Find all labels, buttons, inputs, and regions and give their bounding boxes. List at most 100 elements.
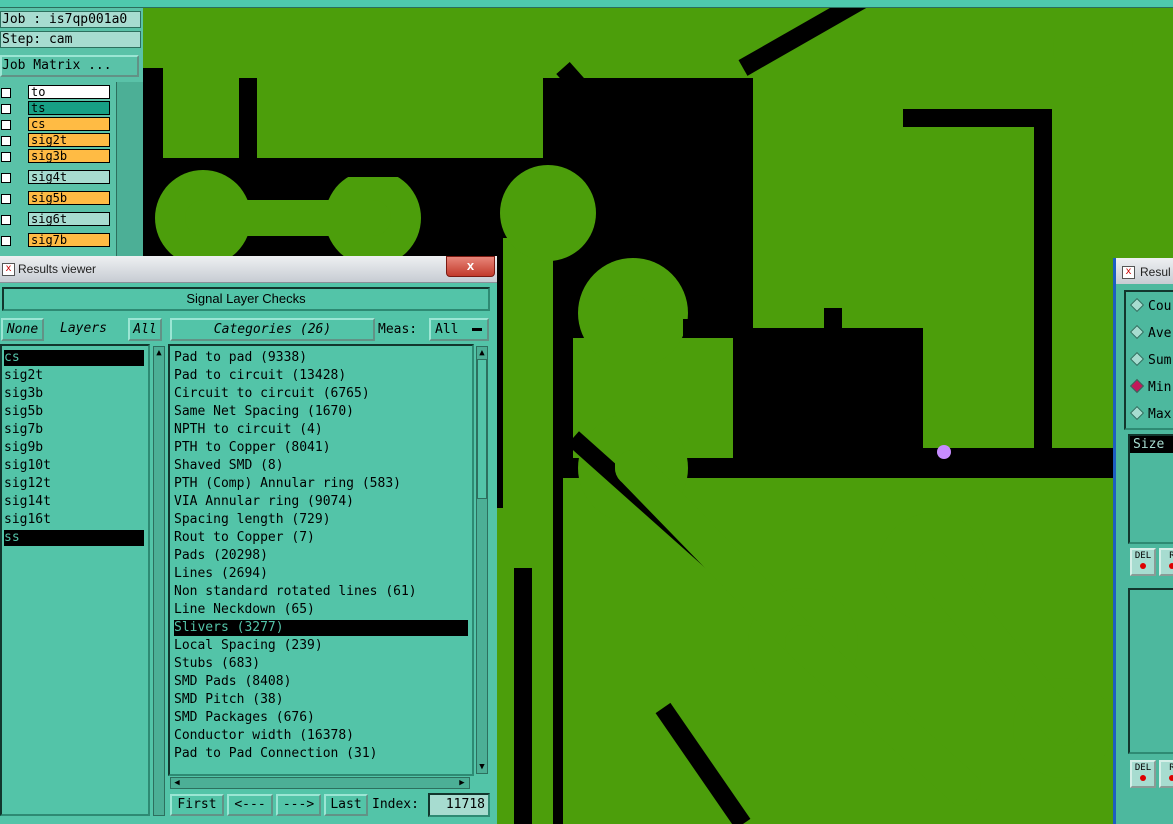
r-button[interactable]: R: [1159, 548, 1173, 576]
layer-row[interactable]: to: [0, 85, 116, 100]
category-item[interactable]: Conductor width (16378): [174, 728, 468, 744]
layer-list-item[interactable]: sig9b: [4, 440, 144, 456]
category-item[interactable]: PTH (Comp) Annular ring (583): [174, 476, 468, 492]
delete-button[interactable]: DEL: [1130, 548, 1156, 576]
layer-checkbox[interactable]: [1, 236, 11, 246]
measure-option[interactable]: Cou: [1129, 297, 1171, 316]
category-item[interactable]: Rout to Copper (7): [174, 530, 468, 546]
category-item[interactable]: Circuit to circuit (6765): [174, 386, 468, 402]
layer-list-item[interactable]: sig12t: [4, 476, 144, 492]
prev-button[interactable]: <---: [227, 794, 273, 816]
layer-checkbox[interactable]: [1, 194, 11, 204]
layer-checkbox[interactable]: [1, 152, 11, 162]
layer-row[interactable]: sig2t: [0, 133, 116, 148]
first-button[interactable]: First: [170, 794, 224, 816]
layer-checkbox[interactable]: [1, 88, 11, 98]
radio-icon[interactable]: [1129, 378, 1145, 394]
category-item[interactable]: SMD Pads (8408): [174, 674, 468, 690]
meas-select[interactable]: All: [429, 318, 489, 341]
last-button[interactable]: Last: [324, 794, 368, 816]
scroll-thumb[interactable]: [477, 359, 487, 499]
category-list[interactable]: Pad to pad (9338) Pad to circuit (13428) C…: [168, 344, 474, 776]
measure-option[interactable]: Min: [1129, 378, 1171, 397]
scroll-right-icon[interactable]: ▶: [457, 778, 467, 788]
scroll-up-icon[interactable]: ▲: [154, 348, 164, 358]
close-button[interactable]: x: [446, 256, 495, 277]
category-hscrollbar[interactable]: ◀ ▶: [170, 777, 470, 789]
layer-checkbox[interactable]: [1, 136, 11, 146]
category-item[interactable]: Stubs (683): [174, 656, 468, 672]
none-button[interactable]: None: [1, 318, 44, 341]
layer-list-scrollbar[interactable]: ▲: [153, 346, 165, 816]
category-item[interactable]: Non standard rotated lines (61): [174, 584, 468, 600]
category-item[interactable]: Same Net Spacing (1670): [174, 404, 468, 420]
layer-list-item[interactable]: sig3b: [4, 386, 144, 402]
layer-row[interactable]: sig3b: [0, 149, 116, 164]
r-button-2[interactable]: R: [1159, 760, 1173, 788]
layer-name[interactable]: sig6t: [28, 212, 110, 226]
categories-button[interactable]: Categories (26): [170, 318, 375, 341]
layer-name[interactable]: cs: [28, 117, 110, 131]
layer-name[interactable]: sig5b: [28, 191, 110, 205]
layer-list-item[interactable]: ss: [4, 530, 144, 546]
layer-row[interactable]: sig6t: [0, 212, 116, 227]
category-item[interactable]: Pad to circuit (13428): [174, 368, 468, 384]
layer-name[interactable]: sig7b: [28, 233, 110, 247]
layer-checkbox[interactable]: [1, 104, 11, 114]
radio-icon[interactable]: [1129, 324, 1145, 340]
radio-icon[interactable]: [1129, 405, 1145, 421]
category-item[interactable]: Local Spacing (239): [174, 638, 468, 654]
layer-name[interactable]: sig2t: [28, 133, 110, 147]
layer-list[interactable]: cs sig2t sig3b sig5b sig7b sig9b sig10t sig12t s…: [0, 344, 150, 816]
category-list-scrollbar[interactable]: ▲ ▼: [476, 346, 488, 774]
layer-checkbox[interactable]: [1, 173, 11, 183]
category-item[interactable]: Line Neckdown (65): [174, 602, 468, 618]
layer-name[interactable]: to: [28, 85, 110, 99]
category-item[interactable]: Shaved SMD (8): [174, 458, 468, 474]
layer-checkbox[interactable]: [1, 120, 11, 130]
results-viewer-titlebar[interactable]: x Results viewer: [0, 256, 497, 283]
category-item[interactable]: Pad to Pad Connection (31): [174, 746, 468, 762]
category-item[interactable]: VIA Annular ring (9074): [174, 494, 468, 510]
next-button[interactable]: --->: [276, 794, 321, 816]
category-item[interactable]: Pads (20298): [174, 548, 468, 564]
all-layers-button[interactable]: All: [128, 318, 162, 341]
layer-list-item[interactable]: sig16t: [4, 512, 144, 528]
layer-list-item[interactable]: sig10t: [4, 458, 144, 474]
side-window-titlebar[interactable]: x Resul: [1116, 258, 1173, 284]
scroll-up-icon[interactable]: ▲: [477, 348, 487, 358]
category-item[interactable]: Lines (2694): [174, 566, 468, 582]
layer-row[interactable]: sig4t: [0, 170, 116, 185]
radio-icon[interactable]: [1129, 351, 1145, 367]
category-item[interactable]: SMD Pitch (38): [174, 692, 468, 708]
measure-option[interactable]: Ave: [1129, 324, 1171, 343]
layer-row[interactable]: sig7b: [0, 233, 116, 248]
layer-name[interactable]: sig4t: [28, 170, 110, 184]
measure-option[interactable]: Sum: [1129, 351, 1171, 370]
category-item[interactable]: Pad to pad (9338): [174, 350, 468, 366]
category-item[interactable]: PTH to Copper (8041): [174, 440, 468, 456]
layer-checkbox[interactable]: [1, 215, 11, 225]
layer-strip-scrollbar[interactable]: [116, 82, 143, 256]
layer-list-item[interactable]: sig7b: [4, 422, 144, 438]
job-matrix-button[interactable]: Job Matrix ...: [0, 55, 139, 77]
layer-row[interactable]: cs: [0, 117, 116, 132]
layer-name[interactable]: sig3b: [28, 149, 110, 163]
radio-icon[interactable]: [1129, 297, 1145, 313]
layer-list-item[interactable]: sig5b: [4, 404, 144, 420]
layer-list-item[interactable]: sig2t: [4, 368, 144, 384]
category-item[interactable]: Slivers (3277): [174, 620, 468, 636]
delete-button-2[interactable]: DEL: [1130, 760, 1156, 788]
category-item[interactable]: SMD Packages (676): [174, 710, 468, 726]
scroll-left-icon[interactable]: ◀: [172, 778, 182, 788]
layer-list-item[interactable]: sig14t: [4, 494, 144, 510]
layer-row[interactable]: sig5b: [0, 191, 116, 206]
scroll-down-icon[interactable]: ▼: [477, 762, 487, 772]
layer-name[interactable]: ts: [28, 101, 110, 115]
category-item[interactable]: Spacing length (729): [174, 512, 468, 528]
layer-row[interactable]: ts: [0, 101, 116, 116]
measure-option[interactable]: Max: [1129, 405, 1171, 424]
layer-list-item[interactable]: cs: [4, 350, 144, 366]
category-item[interactable]: NPTH to circuit (4): [174, 422, 468, 438]
index-input[interactable]: 11718: [428, 793, 490, 817]
